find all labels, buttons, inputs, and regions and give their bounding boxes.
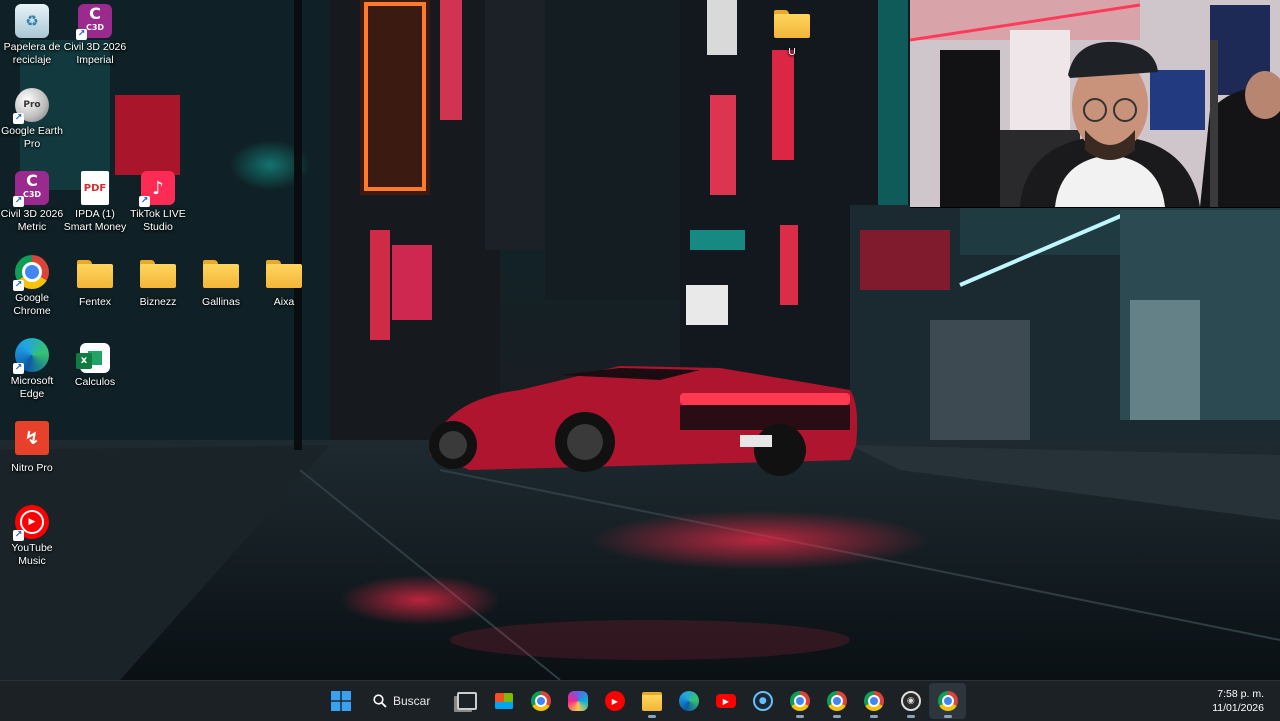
nitro-icon: ↯ — [15, 421, 49, 455]
taskbar-clock[interactable]: 7:58 p. m. 11/01/2026 — [1212, 687, 1264, 715]
folder-icon — [266, 260, 302, 288]
edge-icon: ↗ — [13, 338, 49, 374]
folder-icon — [140, 260, 176, 288]
desktop-icon-ipda-pdf[interactable]: PDF IPDA (1) Smart Money — [63, 171, 127, 234]
desktop-icon-nitro-pro[interactable]: ↯ Nitro Pro — [0, 421, 64, 475]
taskbar-apps: Buscar ▶ ▶ ● ◉ — [322, 681, 967, 721]
taskbar-chrome-profile-2[interactable] — [818, 683, 855, 719]
search-icon — [373, 694, 387, 708]
icon-badge: Pro — [23, 100, 41, 110]
taskbar-chrome-profile-3[interactable] — [855, 683, 892, 719]
folder-icon — [774, 10, 810, 38]
tiktok-icon: ♪ ↗ — [139, 171, 175, 207]
store-icon — [494, 693, 513, 709]
desktop-icon-label: Calculos — [74, 376, 116, 388]
desktop-icon-folder-u[interactable]: U — [760, 10, 824, 59]
chrome-icon — [789, 691, 810, 711]
taskbar-task-view[interactable] — [448, 683, 485, 719]
desktop-icon-label: Civil 3D 2026 Imperial — [63, 41, 127, 66]
shortcut-arrow-icon: ↗ — [13, 530, 24, 541]
desktop-icon-folder-biznezz[interactable]: Biznezz — [126, 260, 190, 309]
taskbar-chrome-profile-1[interactable] — [781, 683, 818, 719]
clock-date: 11/01/2026 — [1212, 702, 1264, 714]
taskbar-youtube-music[interactable]: ▶ — [596, 683, 633, 719]
recycle-bin-icon: ♻ — [15, 4, 49, 38]
desktop-icon-label: IPDA (1) Smart Money — [63, 208, 127, 233]
shortcut-arrow-icon: ↗ — [13, 196, 24, 207]
taskbar-store[interactable] — [485, 683, 522, 719]
taskbar-edge[interactable] — [670, 683, 707, 719]
desktop-icon-label: Google Chrome — [13, 292, 51, 317]
icon-badge: C3D — [22, 190, 42, 199]
obs-icon: ◉ — [900, 691, 921, 711]
file-explorer-icon — [641, 691, 662, 711]
desktop-icon-label: U — [788, 46, 796, 58]
desktop-icon-label: Google Earth Pro — [1, 125, 63, 150]
taskbar-youtube[interactable]: ▶ — [707, 683, 744, 719]
desktop-icon-tiktok-live[interactable]: ♪ ↗ TikTok LIVE Studio — [126, 171, 190, 234]
desktop-icon-folder-gallinas[interactable]: Gallinas — [189, 260, 253, 309]
desktop-icon-folder-aixa[interactable]: Aixa — [252, 260, 316, 309]
taskbar-obs[interactable]: ◉ — [892, 683, 929, 719]
icon-badge: C3D — [85, 23, 105, 32]
desktop-icon-microsoft-edge[interactable]: ↗ Microsoft Edge — [0, 338, 64, 401]
copilot-icon — [567, 691, 588, 711]
desktop-icon-folder-fentex[interactable]: Fentex — [63, 260, 127, 309]
folder-icon — [203, 260, 239, 288]
google-earth-icon: Pro ↗ — [13, 88, 49, 124]
taskbar-chrome[interactable] — [522, 683, 559, 719]
shortcut-arrow-icon: ↗ — [139, 196, 150, 207]
taskbar-file-explorer[interactable] — [633, 683, 670, 719]
shortcut-arrow-icon: ↗ — [76, 29, 87, 40]
steam-icon: ● — [752, 691, 773, 711]
desktop-icon-label: Fentex — [78, 296, 112, 308]
desktop-icon-label: TikTok LIVE Studio — [130, 208, 186, 233]
desktop-icon-label: Papelera de reciclaje — [3, 41, 61, 66]
task-view-icon — [456, 692, 477, 710]
taskbar: Buscar ▶ ▶ ● ◉ 7:58 p. m. 11/01/2026 — [0, 680, 1280, 721]
chrome-icon: ↗ — [13, 255, 49, 291]
desktop-icon-recycle-bin[interactable]: ♻ Papelera de reciclaje — [0, 4, 64, 67]
taskbar-search[interactable]: Buscar — [365, 687, 442, 715]
icon-badge: PDF — [83, 182, 107, 194]
desktop-icon-google-chrome[interactable]: ↗ Google Chrome — [0, 255, 64, 318]
desktop-icon-label: Microsoft Edge — [10, 375, 54, 400]
desktop-icon-label: Gallinas — [202, 296, 240, 308]
desktop-icon-calculos[interactable]: x Calculos — [63, 343, 127, 389]
desktop-icon-label: Nitro Pro — [11, 462, 53, 474]
chrome-icon — [863, 691, 884, 711]
shortcut-arrow-icon: ↗ — [13, 113, 24, 124]
taskbar-chrome-profile-4[interactable] — [929, 683, 967, 719]
desktop-icon-label: Aixa — [273, 296, 295, 308]
desktop-icon-label: Civil 3D 2026 Metric — [0, 208, 64, 233]
pdf-icon: PDF — [81, 171, 109, 205]
chrome-icon — [937, 691, 958, 711]
shortcut-arrow-icon: ↗ — [13, 363, 24, 374]
civil3d-icon: C C3D ↗ — [13, 171, 49, 207]
taskbar-copilot[interactable] — [559, 683, 596, 719]
shortcut-arrow-icon: ↗ — [13, 280, 24, 291]
youtube-music-icon: ▶ ↗ — [13, 505, 49, 541]
windows-icon — [330, 691, 351, 711]
search-label: Buscar — [393, 694, 431, 708]
youtube-music-icon: ▶ — [604, 691, 625, 711]
desktop-icon-civil3d-metric[interactable]: C C3D ↗ Civil 3D 2026 Metric — [0, 171, 64, 234]
folder-icon — [77, 260, 113, 288]
civil3d-icon: C C3D ↗ — [76, 4, 112, 40]
desktop-icon-civil3d-imperial[interactable]: C C3D ↗ Civil 3D 2026 Imperial — [63, 4, 127, 67]
chrome-icon — [530, 691, 551, 711]
youtube-icon: ▶ — [715, 694, 736, 708]
edge-icon — [678, 691, 699, 711]
chrome-icon — [826, 691, 847, 711]
desktop-icon-youtube-music[interactable]: ▶ ↗ YouTube Music — [0, 505, 64, 568]
desktop-icon-label: Biznezz — [139, 296, 177, 308]
clock-time: 7:58 p. m. — [1217, 688, 1264, 700]
excel-icon: x — [76, 343, 110, 373]
start-button[interactable] — [322, 683, 359, 719]
taskbar-steam[interactable]: ● — [744, 683, 781, 719]
desktop-icon-google-earth[interactable]: Pro ↗ Google Earth Pro — [0, 88, 64, 151]
desktop-icon-label: YouTube Music — [11, 542, 53, 567]
webcam-overlay — [910, 0, 1280, 208]
